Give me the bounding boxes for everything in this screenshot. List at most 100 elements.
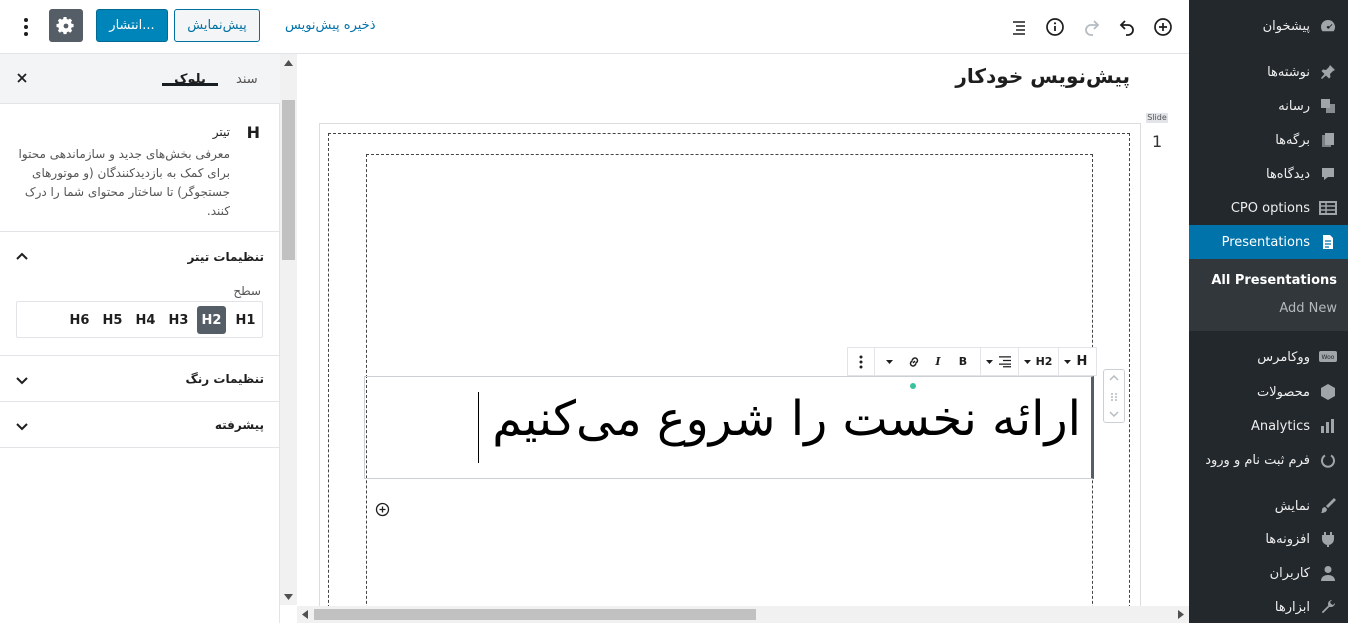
menu-item-registration-form[interactable]: فرم ثبت نام و ورود [1189, 443, 1348, 477]
panel-title: پیشرفته [214, 418, 264, 432]
menu-item-label: Presentations [1221, 234, 1310, 250]
editor-canvas: پیش‌نویس خودکار Slide 1 I B H2 [297, 54, 1189, 606]
editor-top-toolbar: ذخیره پیش‌نویس پیش‌نمایش انتشار... [0, 0, 1189, 54]
block-type-dropdown-icon[interactable] [1062, 348, 1072, 375]
menu-item-cpo-options[interactable]: CPO options [1189, 191, 1348, 225]
menu-item-dashboard[interactable]: پیشخوان [1189, 9, 1348, 43]
level-h2-button[interactable]: H2 [197, 306, 226, 334]
pin-icon [1318, 62, 1338, 82]
heading-block[interactable]: ارائه نخست را شروع می‌کنیم [364, 376, 1094, 479]
menu-item-label: رسانه [1278, 98, 1310, 114]
drag-icon[interactable] [1110, 392, 1118, 402]
admin-sidebar: پیشخوان نوشته‌ها رسانه برگه‌ها دیدگاه‌ها… [1181, 0, 1348, 624]
heading-level-button[interactable]: H2 [1032, 348, 1056, 375]
more-formats-dropdown-icon[interactable] [882, 348, 896, 375]
scroll-up-arrow-icon[interactable] [284, 60, 293, 66]
menu-item-presentations[interactable]: Presentations [1181, 225, 1348, 259]
menu-item-media[interactable]: رسانه [1189, 89, 1348, 123]
save-draft-link[interactable]: ذخیره پیش‌نویس [285, 18, 376, 33]
level-h5-button[interactable]: H5 [98, 306, 127, 334]
sidebar-scrollbar[interactable] [280, 54, 297, 605]
redo-icon[interactable] [1078, 13, 1106, 41]
woo-icon: Woo [1318, 347, 1338, 367]
bar-chart-icon [1318, 416, 1338, 436]
sidebar-tabs: سند بلوک [0, 54, 280, 104]
move-down-icon[interactable] [1109, 411, 1119, 417]
toolbar-separator [1058, 348, 1059, 375]
canvas-horizontal-scrollbar[interactable] [297, 606, 1189, 623]
settings-button[interactable] [49, 9, 83, 42]
preview-button[interactable]: پیش‌نمایش [174, 9, 260, 42]
menu-item-comments[interactable]: دیدگاه‌ها [1189, 157, 1348, 191]
scroll-left-arrow-icon[interactable] [302, 610, 308, 619]
menu-item-appearance[interactable]: نمایش [1189, 489, 1348, 523]
menu-item-label: ووکامرس [1257, 349, 1310, 365]
align-right-icon[interactable] [994, 348, 1016, 375]
scrollbar-thumb[interactable] [282, 100, 295, 260]
info-icon[interactable] [1041, 13, 1069, 41]
panel-color-settings[interactable]: تنظیمات رنگ [0, 356, 280, 402]
toolbar-separator [874, 348, 875, 375]
tab-block[interactable]: بلوک [162, 54, 218, 87]
scroll-right-arrow-icon[interactable] [1178, 610, 1184, 619]
level-h6-button[interactable]: H6 [65, 306, 94, 334]
block-more-options-icon[interactable] [848, 348, 874, 375]
menu-item-users[interactable]: کاربران [1189, 556, 1348, 590]
scroll-down-arrow-icon[interactable] [284, 594, 293, 600]
slide-block-tag: Slide [1146, 113, 1168, 123]
close-icon[interactable] [13, 69, 31, 87]
menu-item-label: افزونه‌ها [1265, 531, 1310, 547]
chevron-down-icon [15, 373, 29, 387]
publish-button[interactable]: انتشار... [96, 9, 168, 42]
panel-title[interactable]: تنظیمات تیتر [187, 250, 264, 264]
heading-level-group: H1 H2 H3 H4 H5 H6 [16, 301, 263, 338]
user-icon [1318, 563, 1338, 583]
panel-title: تنظیمات رنگ [185, 372, 264, 386]
tab-document[interactable]: سند [236, 72, 258, 87]
block-card-title: تیتر [212, 125, 230, 139]
comments-icon [1318, 164, 1338, 184]
inline-add-block-icon[interactable] [375, 502, 390, 517]
level-h3-button[interactable]: H3 [164, 306, 193, 334]
panel-advanced[interactable]: پیشرفته [0, 402, 280, 448]
bold-button[interactable]: B [953, 348, 973, 375]
align-dropdown-icon[interactable] [984, 348, 994, 375]
menu-item-label: برگه‌ها [1275, 132, 1310, 148]
gear-icon [56, 16, 76, 36]
chevron-up-icon[interactable] [15, 250, 29, 264]
toolbar-separator [980, 348, 981, 375]
block-mover [1103, 369, 1125, 423]
menu-item-label: نوشته‌ها [1267, 64, 1310, 80]
move-up-icon[interactable] [1109, 375, 1119, 381]
scrollbar-thumb[interactable] [314, 609, 756, 620]
post-title[interactable]: پیش‌نویس خودکار [955, 64, 1130, 88]
menu-item-posts[interactable]: نوشته‌ها [1189, 55, 1348, 89]
outline-list-icon[interactable] [1005, 13, 1033, 41]
heading-text[interactable]: ارائه نخست را شروع می‌کنیم [492, 391, 1081, 447]
undo-icon[interactable] [1113, 13, 1141, 41]
italic-button[interactable]: I [928, 348, 948, 375]
power-icon [1318, 450, 1338, 470]
menu-item-plugins[interactable]: افزونه‌ها [1189, 522, 1348, 556]
more-options-icon[interactable] [12, 13, 40, 41]
menu-item-analytics[interactable]: Analytics [1189, 409, 1348, 443]
level-h1-button[interactable]: H1 [231, 306, 260, 334]
level-dropdown-icon[interactable] [1022, 348, 1032, 375]
menu-item-products[interactable]: محصولات [1189, 375, 1348, 409]
table-icon [1318, 198, 1338, 218]
menu-item-pages[interactable]: برگه‌ها [1189, 123, 1348, 157]
block-type-button[interactable]: H [1072, 348, 1092, 375]
link-icon[interactable] [902, 348, 926, 375]
menu-item-label: دیدگاه‌ها [1265, 166, 1310, 182]
menu-item-label: نمایش [1274, 498, 1310, 514]
submenu-add-new[interactable]: Add New [1279, 301, 1337, 316]
brush-icon [1318, 496, 1338, 516]
level-h4-button[interactable]: H4 [131, 306, 160, 334]
menu-item-woocommerce[interactable]: ووکامرس Woo [1189, 340, 1348, 374]
add-block-icon[interactable] [1149, 13, 1177, 41]
submenu-all-presentations[interactable]: All Presentations [1211, 273, 1337, 288]
media-icon [1318, 96, 1338, 116]
chevron-down-icon [15, 419, 29, 433]
menu-item-tools[interactable]: ابزارها [1189, 590, 1348, 624]
wrench-icon [1318, 597, 1338, 617]
